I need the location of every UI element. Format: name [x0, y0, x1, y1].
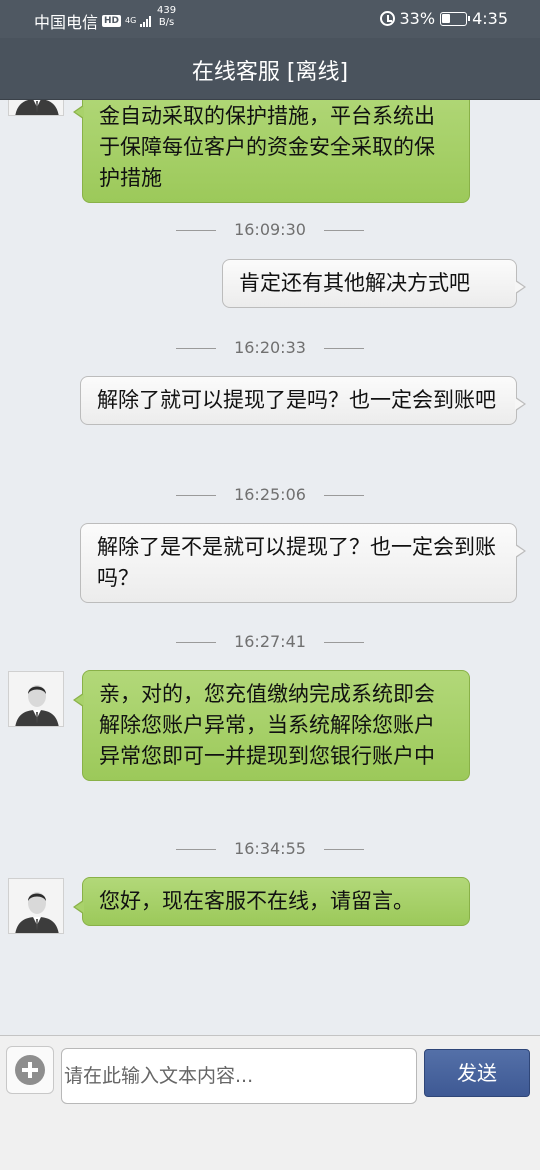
battery-icon: [440, 11, 471, 26]
add-attachment-button[interactable]: [6, 1046, 54, 1094]
alarm-icon: [379, 11, 395, 26]
network-speed-unit: B/s: [158, 17, 175, 28]
message-bubble-agent: 您好，现在客服不在线，请留言。: [73, 877, 470, 926]
clock: 4:35: [472, 9, 508, 28]
timestamp-text: 16:34:55: [234, 839, 306, 858]
message-input[interactable]: [61, 1048, 417, 1104]
message-timestamp: 16:25:06: [0, 485, 540, 504]
network-speed-value: 439: [157, 5, 177, 16]
send-button[interactable]: 发送: [424, 1049, 530, 1097]
timestamp-text: 16:20:33: [234, 338, 306, 357]
message-text: 金自动采取的保护措施，平台系统出于保障每位客户的资金安全采取的保护措施: [99, 104, 435, 190]
status-right: 33% 4:35: [379, 9, 508, 28]
message-timestamp: 16:09:30: [0, 220, 540, 239]
message-text: 您好，现在客服不在线，请留言。: [99, 889, 414, 913]
network-speed: 439 B/s: [157, 5, 176, 29]
agent-avatar: [8, 100, 64, 116]
agent-avatar: [8, 878, 64, 934]
timestamp-text: 16:09:30: [234, 220, 306, 239]
status-left: 中国电信 HD 4G: [34, 9, 152, 33]
agent-avatar: [8, 671, 64, 727]
message-bubble-user: 肯定还有其他解决方式吧: [222, 259, 526, 308]
message-timestamp: 16:20:33: [0, 338, 540, 357]
message-text: 解除了是不是就可以提现了？也一定会到账吗？: [97, 535, 496, 590]
message-text: 肯定还有其他解决方式吧: [239, 271, 470, 295]
message-bubble-user: 解除了就可以提现了是吗？也一定会到账吧: [80, 376, 526, 425]
page-title: 在线客服 [离线]: [191, 60, 349, 85]
status-bar: 中国电信 HD 4G 439 B/s 33% 4:35: [0, 0, 540, 38]
message-text: 亲，对的，您充值缴纳完成系统即会解除您账户异常，当系统解除您账户异常您即可一并提…: [99, 682, 435, 768]
message-timestamp: 16:27:41: [0, 632, 540, 651]
plus-circle-icon: [15, 1055, 45, 1085]
input-bar: 发送: [0, 1035, 540, 1107]
message-bubble-agent: 金自动采取的保护措施，平台系统出于保障每位客户的资金安全采取的保护措施: [73, 100, 470, 203]
hd-badge: HD: [102, 15, 122, 27]
signal-icon: [140, 15, 152, 27]
network-type: 4G: [125, 16, 137, 25]
header-bar: 在线客服 [离线]: [0, 38, 540, 100]
message-bubble-agent: 亲，对的，您充值缴纳完成系统即会解除您账户异常，当系统解除您账户异常您即可一并提…: [73, 670, 470, 781]
carrier-name: 中国电信: [34, 13, 99, 32]
bottom-area: [0, 1107, 540, 1170]
message-text: 解除了就可以提现了是吗？也一定会到账吧: [97, 388, 496, 412]
message-bubble-user: 解除了是不是就可以提现了？也一定会到账吗？: [80, 523, 526, 603]
message-timestamp: 16:34:55: [0, 839, 540, 858]
battery-percent: 33%: [399, 9, 436, 28]
timestamp-text: 16:27:41: [234, 632, 306, 651]
timestamp-text: 16:25:06: [234, 485, 306, 504]
chat-list[interactable]: 金自动采取的保护措施，平台系统出于保障每位客户的资金安全采取的保护措施 16:0…: [0, 100, 540, 1035]
